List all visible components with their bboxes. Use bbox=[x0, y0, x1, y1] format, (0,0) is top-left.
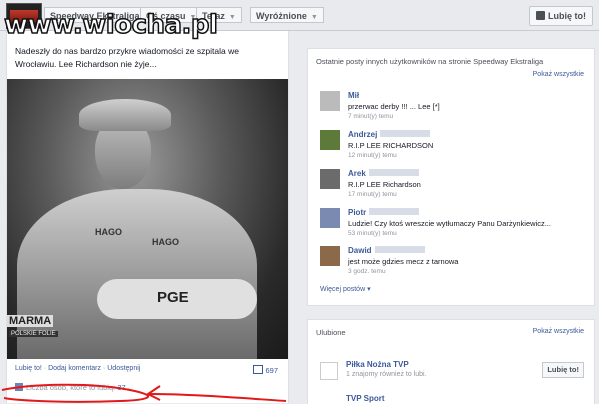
recent-post[interactable]: Piotr Ludzie! Czy ktoś wreszcie wytłumac… bbox=[320, 208, 585, 246]
recent-post[interactable]: Mił przerwac derby !!! ... Lee [*] 7 min… bbox=[320, 91, 585, 129]
post-photo[interactable]: HAGO HAGO PGE MARMA POLSKIE FOLIE bbox=[7, 79, 288, 359]
post-time[interactable]: 12 minut(y) temu bbox=[348, 152, 397, 159]
crumb-featured[interactable]: Wyróżnione ▼ bbox=[250, 7, 324, 23]
author-name[interactable]: Mił bbox=[348, 91, 359, 100]
post-message: R.I.P LEE RICHARDSON bbox=[348, 141, 434, 150]
recent-post[interactable]: Dawid jest może gdzies mecz z tarnowa 3 … bbox=[320, 246, 585, 284]
recent-posts-title: Ostatnie posty innych użytkowników na st… bbox=[316, 57, 544, 66]
chevron-down-icon: ▼ bbox=[310, 14, 318, 21]
photo-rider-cap bbox=[79, 99, 171, 131]
avatar[interactable] bbox=[320, 208, 340, 228]
chevron-down-icon: ▾ bbox=[367, 286, 371, 293]
post-column: Nadeszły do nas bardzo przykre wiadomośc… bbox=[6, 31, 289, 403]
avatar[interactable] bbox=[320, 169, 340, 189]
recent-post[interactable]: Arek R.I.P LEE Richardson 17 minut(y) te… bbox=[320, 169, 585, 207]
recent-post[interactable]: Andrzej R.I.P LEE RICHARDSON 12 minut(y)… bbox=[320, 130, 585, 168]
recent-posts-box: Ostatnie posty innych użytkowników na st… bbox=[307, 48, 595, 306]
watermark: www.wiocha.pl bbox=[3, 9, 218, 41]
author-name[interactable]: Andrzej bbox=[348, 130, 377, 139]
post-time[interactable]: 7 minut(y) temu bbox=[348, 113, 393, 120]
avatar[interactable] bbox=[320, 130, 340, 150]
favorite-page-name[interactable]: Piłka Nożna TVP bbox=[346, 360, 409, 369]
photo-sponsor-text: POLSKIE FOLIE bbox=[9, 331, 58, 337]
favorites-box: Ulubione Pokaż wszystkie Piłka Nożna TVP… bbox=[307, 319, 595, 404]
photo-sponsor-text: MARMA bbox=[7, 315, 54, 327]
post-time[interactable]: 3 godz. temu bbox=[348, 268, 386, 275]
photo-sponsor-text: HAGO bbox=[152, 237, 179, 247]
author-name[interactable]: Arek bbox=[348, 169, 366, 178]
page-like-button[interactable]: Lubię to! bbox=[529, 6, 593, 26]
post-text: Nadeszły do nas bardzo przykre wiadomośc… bbox=[15, 46, 239, 69]
photo-sponsor-text: PGE bbox=[157, 289, 189, 306]
show-all-link[interactable]: Pokaż wszystkie bbox=[533, 328, 584, 335]
show-all-link[interactable]: Pokaż wszystkie bbox=[533, 71, 584, 78]
author-name[interactable]: Piotr bbox=[348, 208, 366, 217]
post-time[interactable]: 17 minut(y) temu bbox=[348, 191, 397, 198]
thumbs-up-icon bbox=[536, 11, 545, 20]
author-name[interactable]: Dawid bbox=[348, 246, 372, 255]
avatar[interactable] bbox=[320, 246, 340, 266]
avatar[interactable] bbox=[320, 91, 340, 111]
favorite-like-button[interactable]: Lubię to! bbox=[542, 362, 584, 378]
post-message: jest może gdzies mecz z tarnowa bbox=[348, 257, 459, 266]
favorite-page-friends[interactable]: 1 znajomy również to lubi. bbox=[346, 371, 427, 378]
post-message: przerwac derby !!! ... Lee [*] bbox=[348, 102, 440, 111]
favorite-page-name[interactable]: TVP Sport bbox=[346, 394, 385, 403]
favorite-page-icon[interactable] bbox=[320, 362, 338, 380]
post-time[interactable]: 53 minut(y) temu bbox=[348, 230, 397, 237]
favorites-title: Ulubione bbox=[316, 328, 346, 337]
post-message: Ludzie! Czy ktoś wreszcie wytłumaczy Pan… bbox=[348, 219, 551, 228]
chevron-down-icon: ▼ bbox=[228, 14, 236, 21]
post-message: R.I.P LEE Richardson bbox=[348, 180, 421, 189]
photo-sponsor-text: HAGO bbox=[95, 227, 122, 237]
red-annotation bbox=[1, 383, 287, 403]
more-posts-link[interactable]: Więcej postów ▾ bbox=[320, 285, 371, 293]
